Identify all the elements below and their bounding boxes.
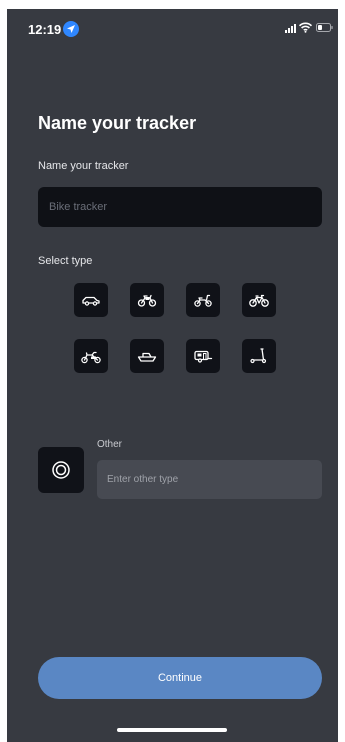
status-time: 12:19: [28, 22, 62, 37]
home-indicator: [117, 728, 227, 732]
type-cargo-bike-button[interactable]: [74, 339, 108, 373]
type-boat-button[interactable]: [130, 339, 164, 373]
name-field-label: Name your tracker: [38, 160, 129, 172]
other-type-input[interactable]: [97, 460, 322, 499]
car-icon: [82, 296, 100, 306]
continue-button[interactable]: Continue: [38, 657, 322, 699]
location-arrow-icon: [63, 21, 79, 37]
status-bar: 12:19: [7, 9, 338, 49]
cargo-bike-icon: [81, 351, 101, 364]
type-scooter-button[interactable]: [186, 283, 220, 317]
type-kick-scooter-button[interactable]: [242, 339, 276, 373]
type-motorcycle-button[interactable]: [130, 283, 164, 317]
other-type-button[interactable]: [38, 447, 84, 493]
type-caravan-button[interactable]: [186, 339, 220, 373]
signal-icon: [285, 24, 296, 33]
other-label: Other: [97, 439, 123, 450]
kick-scooter-icon: [250, 348, 267, 364]
wifi-icon: [299, 22, 312, 33]
caravan-icon: [194, 350, 213, 363]
target-icon: [52, 461, 70, 479]
battery-icon: [316, 23, 333, 32]
scooter-icon: [194, 294, 212, 307]
select-type-label: Select type: [38, 255, 93, 267]
page-title: Name your tracker: [38, 113, 197, 133]
type-car-button[interactable]: [74, 283, 108, 317]
app-screen: 12:19 Name your tracker Name your tracke…: [7, 9, 338, 742]
motorcycle-icon: [137, 294, 157, 307]
bicycle-icon: [249, 294, 269, 307]
type-grid: [74, 283, 288, 383]
type-bicycle-button[interactable]: [242, 283, 276, 317]
boat-icon: [137, 352, 157, 362]
tracker-name-input[interactable]: [38, 187, 322, 227]
